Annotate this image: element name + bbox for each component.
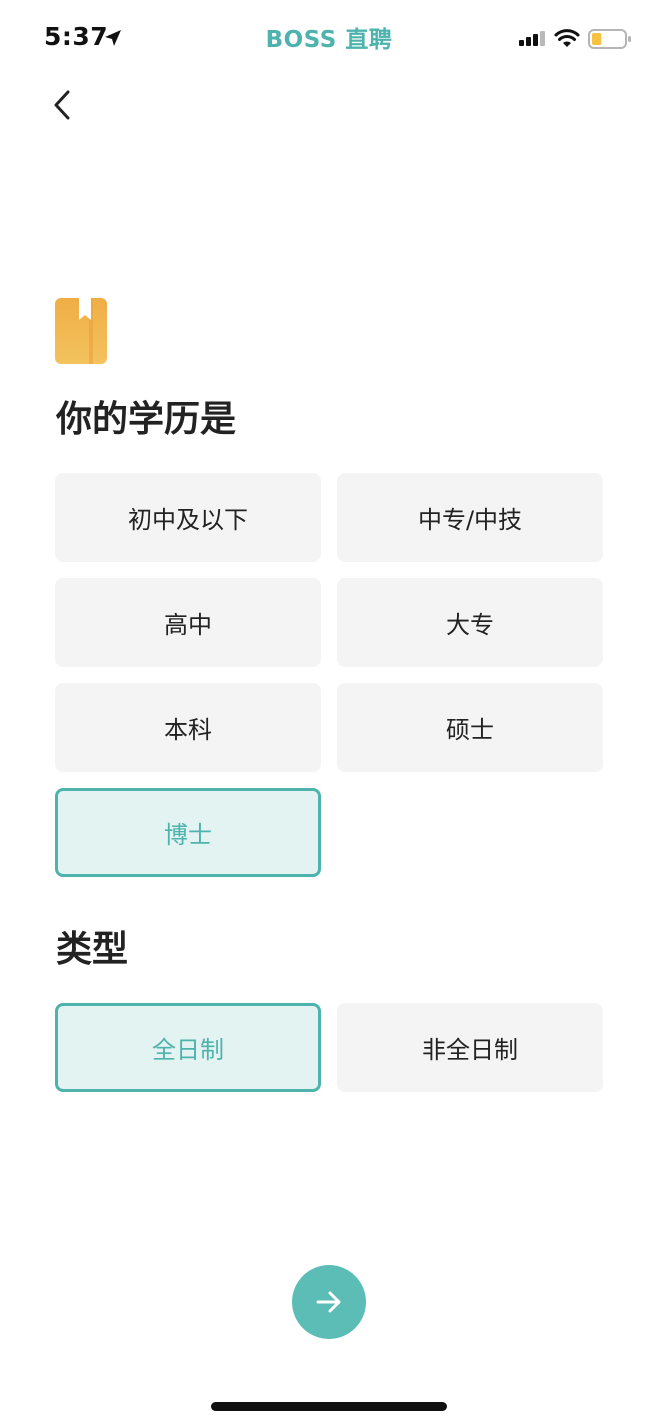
book-icon [55, 298, 107, 364]
education-option-associate[interactable]: 大专 [337, 578, 603, 667]
cellular-signal-icon [519, 31, 545, 46]
battery-icon [588, 29, 631, 49]
status-bar: 5:37 BOSS 直聘 [0, 0, 658, 80]
next-button[interactable] [292, 1265, 366, 1339]
education-heading: 你的学历是 [56, 399, 237, 440]
chevron-left-icon [54, 90, 70, 120]
study-type-option-full-time[interactable]: 全日制 [55, 1003, 321, 1092]
study-type-heading: 类型 [56, 929, 129, 970]
education-option-junior-high[interactable]: 初中及以下 [55, 473, 321, 562]
arrow-right-icon [316, 1291, 341, 1313]
back-button[interactable] [44, 84, 84, 128]
study-type-option-part-time[interactable]: 非全日制 [337, 1003, 603, 1092]
education-option-master[interactable]: 硕士 [337, 683, 603, 772]
wifi-icon [554, 29, 580, 47]
education-option-high-school[interactable]: 高中 [55, 578, 321, 667]
education-option-doctorate[interactable]: 博士 [55, 788, 321, 877]
home-indicator [211, 1402, 447, 1411]
education-option-bachelor[interactable]: 本科 [55, 683, 321, 772]
education-option-technical-secondary[interactable]: 中专/中技 [337, 473, 603, 562]
